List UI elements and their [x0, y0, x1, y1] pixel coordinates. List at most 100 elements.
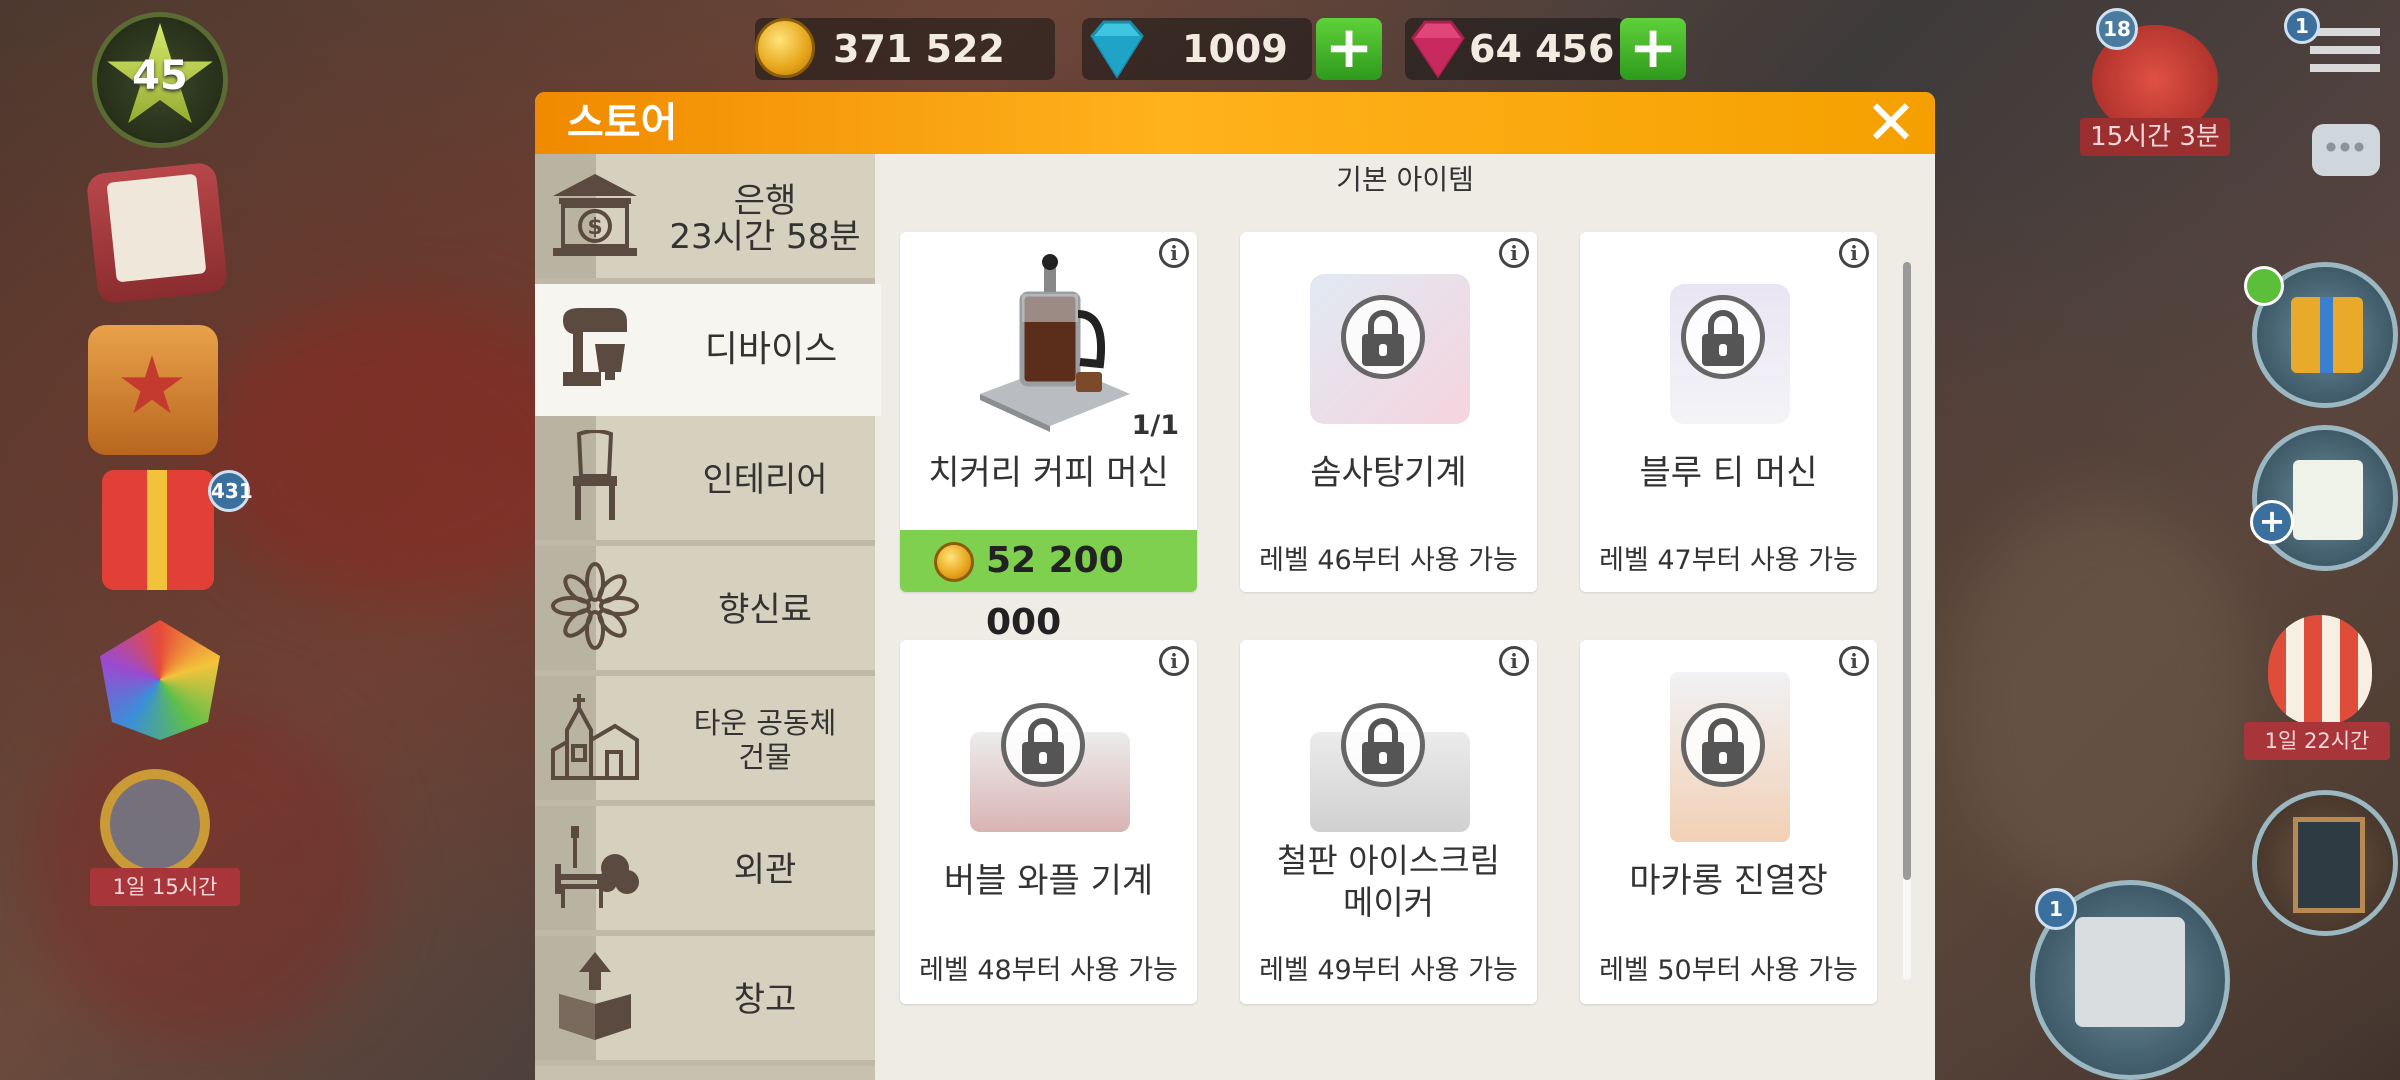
bank-icon: $: [553, 174, 637, 256]
info-icon[interactable]: i: [1499, 646, 1529, 676]
scrollbar-thumb[interactable]: [1903, 262, 1911, 880]
category-spices-label: 향신료: [718, 590, 812, 630]
level-requirement: 레벨 46부터 사용 가능: [1259, 545, 1518, 576]
category-storage-label: 창고: [733, 980, 797, 1020]
item-card-cotton-candy-machine[interactable]: i 솜사탕기계 레벨 46부터 사용 가능: [1240, 232, 1537, 592]
menu-badge: 1: [2284, 8, 2320, 44]
star-anise-icon: [551, 562, 639, 650]
bubble-waffle-machine-art: [960, 662, 1140, 842]
gift-icon: [2291, 297, 2363, 373]
item-card-blue-tea-machine[interactable]: i 블루 티 머신 레벨 47부터 사용 가능: [1580, 232, 1877, 592]
category-spices[interactable]: 향신료: [535, 546, 875, 676]
lock-icon: [1681, 295, 1765, 379]
orders-button[interactable]: [2252, 425, 2398, 571]
macaron-display-art: [1640, 662, 1820, 842]
bank-timer: 23시간 58분: [669, 217, 861, 257]
category-storage[interactable]: 창고: [535, 936, 875, 1066]
checkmark-icon: [2244, 266, 2284, 306]
level-requirement: 레벨 50부터 사용 가능: [1599, 955, 1858, 986]
item-grid-scrollbar[interactable]: [1903, 262, 1911, 980]
gift-bundle-timer: 15시간 3분: [2080, 118, 2230, 156]
category-bank-label: 은행: [733, 181, 797, 221]
category-town-building-label: 타운 공동체: [693, 706, 837, 740]
info-icon[interactable]: i: [1839, 646, 1869, 676]
clipboard-tasks-button[interactable]: [85, 161, 229, 305]
diamond-counter: 1009: [1082, 18, 1312, 80]
flower-box-button[interactable]: [88, 325, 218, 455]
item-price: 52 200 000: [986, 540, 1124, 643]
clipboard-icon: [106, 173, 207, 283]
category-exterior[interactable]: 외관: [535, 806, 875, 936]
buy-diamonds-button[interactable]: +: [1316, 18, 1382, 80]
gift-bundle-count: 18: [2096, 8, 2138, 50]
close-button[interactable]: ✕: [1865, 92, 1917, 154]
chair-icon: [573, 430, 617, 520]
item-card-rolled-ice-cream-maker[interactable]: i 철판 아이스크림 메이커 레벨 49부터 사용 가능: [1240, 640, 1537, 1004]
cafe-sign-button[interactable]: [2252, 790, 2398, 936]
coin-icon: [755, 18, 815, 78]
prism-button[interactable]: [100, 620, 220, 740]
category-interior-label: 인테리어: [702, 460, 828, 500]
item-name: 마카롱 진열장: [1629, 861, 1828, 901]
add-icon: +: [2250, 500, 2294, 544]
section-title: 기본 아이템: [1336, 163, 1474, 196]
item-name: 블루 티 머신: [1639, 453, 1818, 493]
church-icon: [551, 694, 639, 780]
lock-icon: [1681, 703, 1765, 787]
buy-rubies-button[interactable]: +: [1620, 18, 1686, 80]
info-icon[interactable]: i: [1159, 646, 1189, 676]
level-requirement: 레벨 48부터 사용 가능: [919, 955, 1178, 986]
search-timer: 1일 15시간: [90, 868, 240, 906]
lock-icon: [1341, 703, 1425, 787]
french-press-icon: [980, 254, 1130, 432]
buy-button[interactable]: 52 200 000: [900, 530, 1197, 643]
clipboard-check-icon: [2293, 460, 2363, 540]
category-exterior-label: 외관: [733, 850, 797, 890]
stand-mixer-icon: [563, 308, 627, 386]
ruby-amount: 64 456: [1469, 27, 1615, 71]
bench-lamp-icon: [555, 826, 639, 908]
item-name: 철판 아이스크림: [1276, 841, 1500, 880]
item-card-chicory-coffee-machine[interactable]: i 1/1 치커리 커피 머신 52 200 000: [900, 232, 1197, 643]
category-bank[interactable]: $ 은행 23시간 58분: [535, 154, 875, 284]
info-icon[interactable]: i: [1839, 238, 1869, 268]
gift-count-badge: 431: [208, 470, 253, 512]
item-card-macaron-display[interactable]: i 마카롱 진열장 레벨 50부터 사용 가능: [1580, 640, 1877, 1004]
chat-button[interactable]: [2312, 124, 2380, 176]
ice-cream-maker-art: [1300, 662, 1480, 842]
item-name: 솜사탕기계: [1310, 453, 1467, 493]
level-requirement: 레벨 47부터 사용 가능: [1599, 545, 1858, 576]
lock-icon: [1341, 295, 1425, 379]
gift-box-button[interactable]: [102, 470, 214, 590]
category-device[interactable]: 디바이스: [535, 284, 881, 416]
category-interior[interactable]: 인테리어: [535, 416, 875, 546]
lock-icon: [1001, 703, 1085, 787]
box-arrow-icon: [559, 952, 631, 1040]
ruby-counter: 64 456: [1405, 18, 1625, 80]
info-icon[interactable]: i: [1499, 238, 1529, 268]
cash-register-icon: [2075, 917, 2185, 1027]
flower-icon: [121, 355, 183, 414]
info-icon[interactable]: i: [1159, 238, 1189, 268]
category-town-building-sub: 건물: [738, 740, 792, 774]
store-title: 스토어: [567, 100, 678, 146]
item-name: 버블 와플 기계: [943, 861, 1154, 901]
coffee-sign-icon: [2293, 817, 2365, 913]
svg-text:$: $: [587, 215, 602, 240]
level-badge[interactable]: 45: [92, 12, 228, 148]
item-name: 치커리 커피 머신: [928, 453, 1169, 493]
store-header: 스토어 ✕: [535, 92, 1935, 154]
category-town-building[interactable]: 타운 공동체 건물: [535, 676, 875, 806]
magnifier-icon: [100, 769, 210, 879]
menu-icon: [2310, 28, 2380, 72]
balloon-timer: 1일 22시간: [2244, 722, 2390, 760]
background-blob: [1950, 500, 2250, 900]
coin-counter: 371 522 494: [755, 18, 1055, 133]
item-card-bubble-waffle-machine[interactable]: i 버블 와플 기계 레벨 48부터 사용 가능: [900, 640, 1197, 1004]
coin-icon: [934, 542, 974, 582]
category-device-label: 디바이스: [704, 329, 838, 370]
level-number: 45: [132, 53, 188, 99]
category-sidebar: $ 은행 23시간 58분 디바이스 인테리어 향신료 타운 공동체 건물 외관…: [535, 154, 881, 1080]
owned-count: 1/1: [1131, 410, 1179, 441]
menu-button[interactable]: [2310, 22, 2380, 78]
